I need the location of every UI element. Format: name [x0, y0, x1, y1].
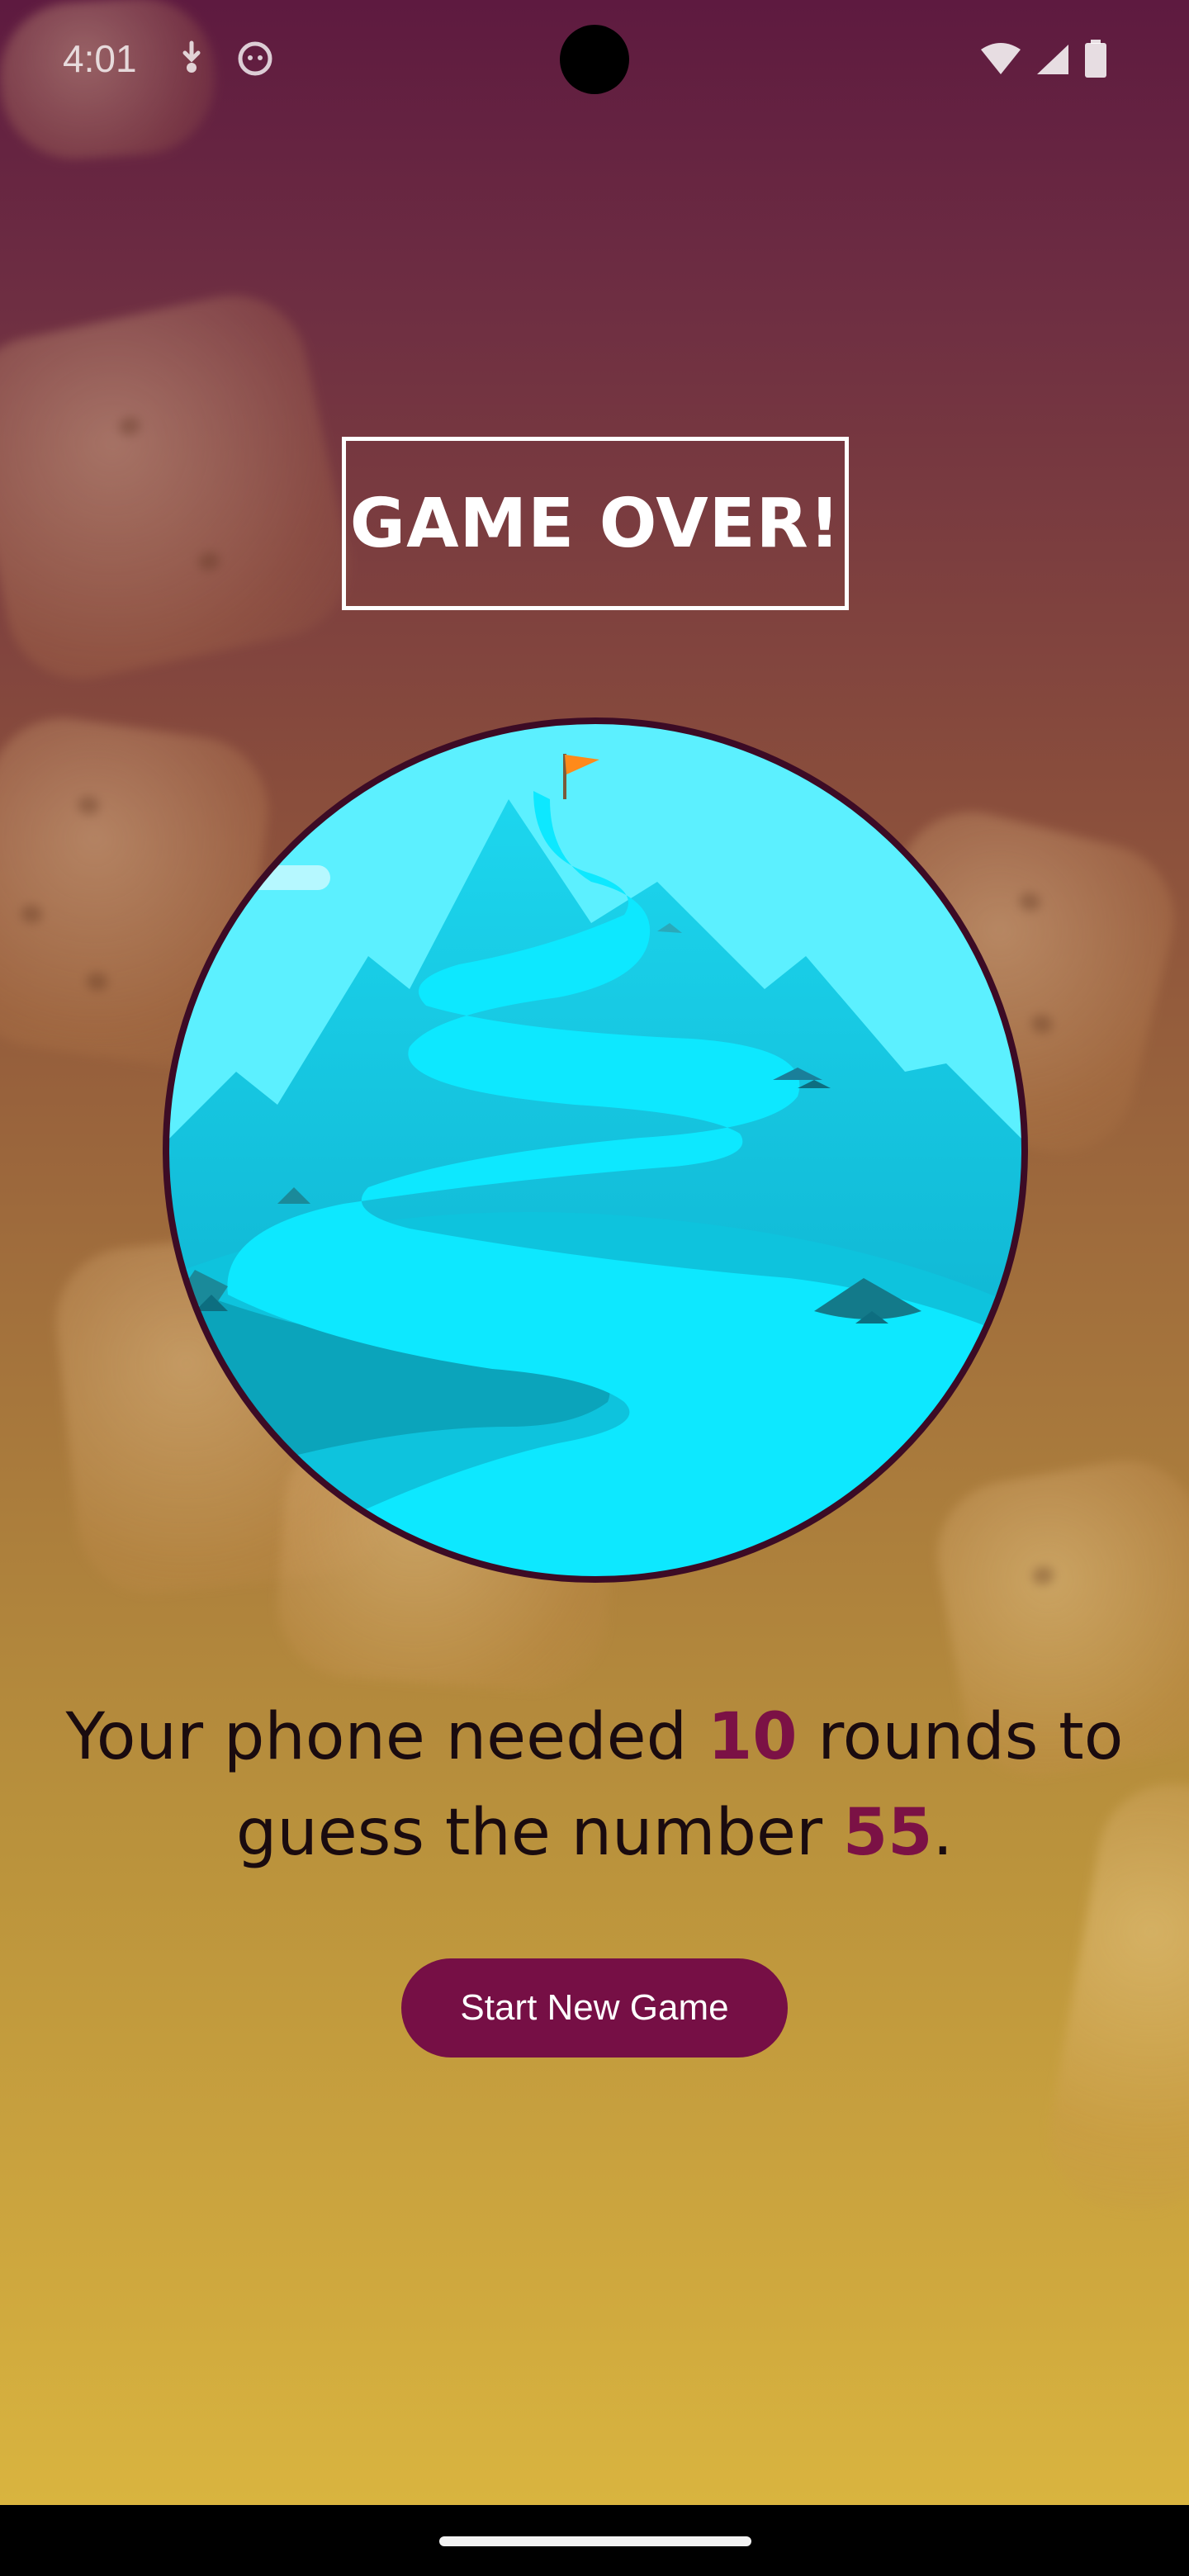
- summary-text-part: Your phone needed: [65, 1700, 708, 1774]
- mountain-summit-image: [162, 717, 1029, 1584]
- background-die: [0, 281, 363, 694]
- game-summary-text: Your phone needed 10 rounds to guess the…: [50, 1689, 1139, 1881]
- battery-icon: [1085, 40, 1106, 81]
- download-icon: [175, 40, 208, 79]
- start-new-game-button[interactable]: Start New Game: [401, 1958, 788, 2057]
- home-indicator[interactable]: [439, 2536, 751, 2546]
- rounds-count: 10: [707, 1700, 798, 1774]
- assistant-face-icon: [236, 40, 274, 81]
- target-number: 55: [842, 1796, 933, 1870]
- status-time: 4:01: [63, 37, 137, 80]
- status-bar: 4:01: [0, 0, 1189, 124]
- wifi-icon: [979, 43, 1022, 79]
- game-over-title-box: GAME OVER!: [342, 437, 849, 610]
- signal-icon: [1035, 43, 1070, 79]
- summary-text-part: .: [932, 1796, 954, 1870]
- camera-cutout: [560, 25, 629, 94]
- game-over-title: GAME OVER!: [349, 484, 841, 563]
- navigation-bar: [0, 2505, 1189, 2576]
- game-over-screen: 4:01 GAME OVER! Your phone needed 10 rou…: [0, 0, 1189, 2505]
